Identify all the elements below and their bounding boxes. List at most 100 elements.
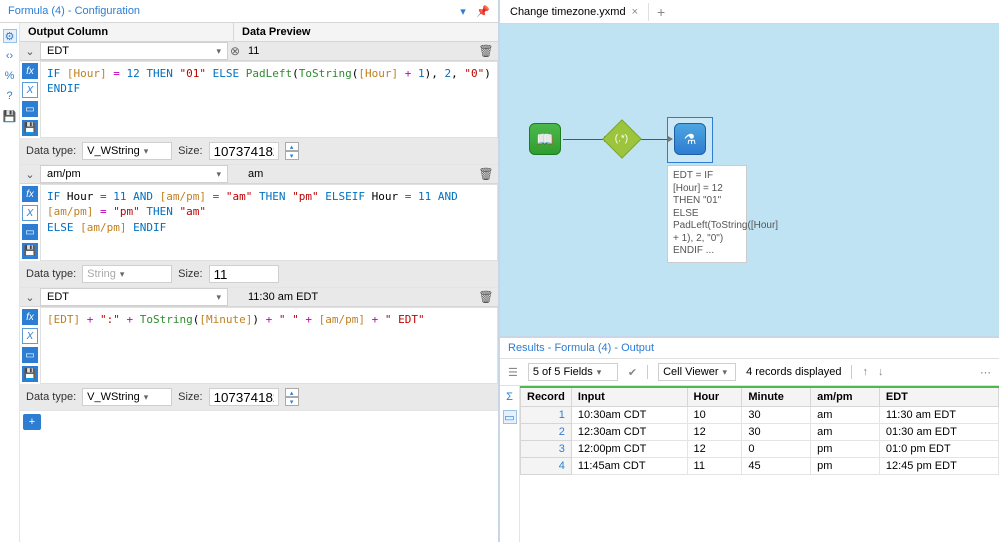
expression-rail: fx X ▭ 💾 [20,61,40,138]
preview-value: am [242,168,474,180]
rail-gear-icon[interactable]: ⚙ [3,29,17,43]
canvas-tabs: Change timezone.yxmd × + [500,0,999,24]
collapse-toggle[interactable]: ⌄ [20,291,40,304]
browse-icon[interactable]: ▭ [22,347,38,363]
check-icon[interactable]: ✔ [628,366,637,379]
x-icon[interactable]: X [22,82,38,98]
col-header[interactable]: Hour [687,387,742,407]
fx-icon[interactable]: fx [22,63,38,79]
results-menu-icon[interactable]: ⋯ [980,366,991,379]
left-vertical-rail: ⚙ ‹› % ? 💾 [0,23,20,542]
summary-icon[interactable]: Σ [503,390,517,404]
output-field-combo[interactable]: am/pm▾ [40,165,228,183]
size-spinner[interactable]: ▴▾ [285,388,299,406]
size-label: Size: [178,145,202,157]
datatype-combo[interactable]: String▾ [82,265,172,283]
up-arrow-icon[interactable]: ↑ [862,366,868,378]
panel-title-bar: Formula (4) - Configuration ▾ 📌 [0,0,498,23]
delete-icon[interactable]: 🗑 [474,44,498,58]
workflow-tab[interactable]: Change timezone.yxmd × [500,3,649,21]
results-toolbar: ☰ 5 of 5 Fields▾ ✔ Cell Viewer▾ 4 record… [500,359,999,386]
tab-close-icon[interactable]: × [632,6,638,18]
config-panel: Formula (4) - Configuration ▾ 📌 ⚙ ‹› % ?… [0,0,500,542]
collapse-toggle[interactable]: ⌄ [20,168,40,181]
panel-title: Formula (4) - Configuration [8,5,140,17]
table-row[interactable]: 212:30am CDT1230am01:30 am EDT [521,424,999,441]
results-rail: Σ ▭ [500,386,520,542]
col-header[interactable]: Input [571,387,687,407]
expression-rail: fx X ▭ 💾 [20,307,40,384]
expression-rail: fx X ▭ 💾 [20,184,40,261]
add-expression-button[interactable]: + [23,414,41,430]
formula-header-row: ⌄ EDT▾ ⊗ 11 🗑 [20,42,498,61]
size-label: Size: [178,391,202,403]
results-grid[interactable]: RecordInputHourMinuteam/pmEDT110:30am CD… [520,386,999,542]
output-field-combo[interactable]: EDT▾ [40,288,228,306]
new-tab-button[interactable]: + [649,4,673,20]
workflow-canvas[interactable]: 📖 (.*) ⚗ EDT = IF [Hour] = 12 THEN "01" … [500,24,999,336]
collapse-toggle[interactable]: ⌄ [20,45,40,58]
datatype-combo[interactable]: V_WString▾ [82,388,172,406]
size-input[interactable] [209,265,279,283]
results-panel: Results - Formula (4) - Output ☰ 5 of 5 … [500,336,999,542]
formula-area: Output Column Data Preview ⌄ EDT▾ ⊗ 11 🗑… [20,23,498,542]
menu-icon[interactable]: ☰ [508,366,518,379]
col-header[interactable]: Minute [742,387,811,407]
fx-icon[interactable]: fx [22,309,38,325]
results-title: Results - Formula (4) - Output [500,338,999,359]
preview-value: 11:30 am EDT [242,291,474,303]
save-icon[interactable]: 💾 [22,120,38,136]
rail-percent-icon[interactable]: % [3,69,17,83]
col-header[interactable]: EDT [879,387,998,407]
formula-header-row: ⌄ EDT▾ 11:30 am EDT 🗑 [20,288,498,307]
delete-icon[interactable]: 🗑 [474,290,498,304]
expression-editor[interactable]: IF Hour = 11 AND [am/pm] = "am" THEN "pm… [40,184,498,261]
tool-annotation: EDT = IF [Hour] = 12 THEN "01" ELSE PadL… [667,165,747,263]
col-header[interactable]: Record [521,387,572,407]
header-output-column: Output Column [20,23,234,41]
save-icon[interactable]: 💾 [22,366,38,382]
size-label: Size: [178,268,202,280]
save-icon[interactable]: 💾 [22,243,38,259]
clear-icon[interactable]: ⊗ [228,44,242,58]
size-input[interactable] [209,142,279,160]
fields-combo[interactable]: 5 of 5 Fields▾ [528,363,618,381]
rail-xml-icon[interactable]: ‹› [3,49,17,63]
rail-save-icon[interactable]: 💾 [3,109,17,123]
formula-tool-node[interactable]: ⚗ [674,123,706,155]
pin-icon[interactable]: 📌 [476,4,490,18]
browse-icon[interactable]: ▭ [22,224,38,240]
down-arrow-icon[interactable]: ↓ [878,366,884,378]
datatype-row: Data type: V_WString▾ Size: ▴▾ [20,384,498,410]
collapse-icon[interactable]: ▾ [456,4,470,18]
browse-icon[interactable]: ▭ [22,101,38,117]
rail-help-icon[interactable]: ? [3,89,17,103]
cell-viewer-combo[interactable]: Cell Viewer▾ [658,363,736,381]
size-spinner[interactable]: ▴▾ [285,142,299,160]
datatype-label: Data type: [26,268,76,280]
expression-editor[interactable]: [EDT] + ":" + ToString([Minute]) + " " +… [40,307,498,384]
table-row[interactable]: 312:00pm CDT120pm01:0 pm EDT [521,441,999,458]
datatype-combo[interactable]: V_WString▾ [82,142,172,160]
data-icon[interactable]: ▭ [503,410,517,424]
input-tool-node[interactable]: 📖 [529,123,561,155]
x-icon[interactable]: X [22,205,38,221]
datatype-row: Data type: V_WString▾ Size: ▴▾ [20,138,498,164]
col-header[interactable]: am/pm [811,387,880,407]
output-field-combo[interactable]: EDT▾ [40,42,228,60]
fx-icon[interactable]: fx [22,186,38,202]
size-input[interactable] [209,388,279,406]
tab-label: Change timezone.yxmd [510,6,626,18]
datatype-row: Data type: String▾ Size: [20,261,498,287]
connection-wire [563,139,608,140]
records-displayed: 4 records displayed [746,366,841,378]
x-icon[interactable]: X [22,328,38,344]
expression-editor[interactable]: IF [Hour] = 12 THEN "01" ELSE PadLeft(To… [40,61,498,138]
delete-icon[interactable]: 🗑 [474,167,498,181]
table-row[interactable]: 411:45am CDT1145pm12:45 pm EDT [521,458,999,475]
regex-tool-node[interactable]: (.*) [608,125,636,153]
datatype-label: Data type: [26,145,76,157]
preview-value: 11 [242,45,474,57]
datatype-label: Data type: [26,391,76,403]
table-row[interactable]: 110:30am CDT1030am11:30 am EDT [521,407,999,424]
